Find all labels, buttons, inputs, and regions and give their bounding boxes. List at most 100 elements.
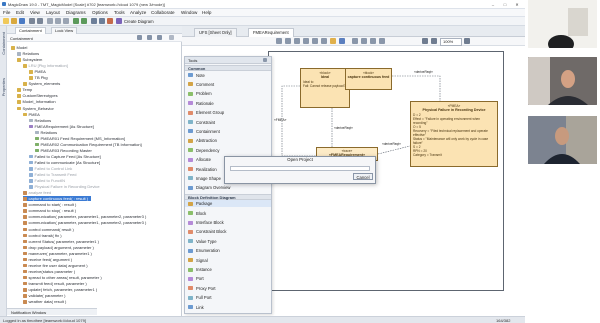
palette-pin-icon[interactable] [263, 58, 267, 62]
cancel-button[interactable]: Cancel [353, 173, 373, 180]
tree-node[interactable]: weather data( result ) [23, 299, 66, 304]
find-icon[interactable] [91, 18, 97, 24]
tab-fmea-requirement[interactable]: FMEARequirement [248, 28, 294, 37]
tree-node[interactable]: PMEAR02 Communication Requirement [TB In… [35, 142, 142, 147]
tree-node[interactable]: Failed to Capture Feed [As Structure] [29, 154, 101, 159]
palette-item[interactable]: Abstraction [185, 137, 271, 144]
pan-tool-icon[interactable] [285, 38, 291, 44]
collaborate-icon[interactable] [107, 18, 113, 24]
tree-node[interactable]: FMEARequirement [As Structure] [29, 124, 94, 129]
tree-node[interactable]: receive fire user data( argument ) [23, 263, 88, 268]
palette-item[interactable]: Constraint [185, 119, 271, 126]
tree-node[interactable]: receive(status parameter ) [23, 269, 75, 274]
tree-node[interactable]: drop payload( argument, parameter ) [23, 245, 94, 250]
forward-icon[interactable] [81, 18, 87, 24]
new-project-icon[interactable] [3, 18, 9, 24]
tree-node[interactable]: System_Behavior [17, 106, 54, 111]
fit-icon[interactable] [464, 38, 470, 44]
tree-node[interactable]: Model_Information [17, 99, 56, 104]
palette-item[interactable]: Link [185, 304, 271, 311]
zoom-select[interactable]: 100% [440, 38, 462, 46]
settings-icon[interactable] [99, 18, 105, 24]
side-tab-properties[interactable]: Properties [1, 78, 6, 96]
palette-item[interactable]: Port [185, 275, 271, 282]
tree-node[interactable]: current Status( parameter, parameter1 ) [23, 239, 99, 244]
print-icon[interactable] [379, 38, 385, 44]
palette-item[interactable]: Element Group [185, 109, 271, 116]
tree-node[interactable]: Relations [17, 51, 39, 56]
palette-item[interactable]: Association Block [185, 313, 272, 314]
palette-item[interactable]: Containment [185, 128, 271, 135]
tree-node[interactable]: receive feed( argument ) [23, 257, 72, 262]
tree-node[interactable]: TB Pkg [29, 75, 48, 80]
tree-node[interactable]: maneuver( parameter, parameter1 ) [23, 251, 92, 256]
font-icon[interactable] [321, 38, 327, 44]
tree-node[interactable]: validate( parameter ) [23, 293, 65, 298]
palette-section-header[interactable]: Common [185, 65, 271, 71]
tree-node[interactable]: Physical Failure in Recording Device [29, 184, 100, 189]
tree-node[interactable]: Subsystem [17, 57, 42, 62]
video-tile-participant-3[interactable] [528, 116, 597, 164]
tree-node[interactable]: System_elements [23, 81, 60, 86]
fill-color-icon[interactable] [330, 38, 336, 44]
palette-item[interactable]: Signal [185, 257, 271, 264]
maximize-button[interactable]: □ [500, 2, 510, 8]
tree-node[interactable]: communication( parameter, parameter1, pa… [23, 214, 146, 219]
tree-node[interactable]: Relations [35, 130, 57, 135]
layout-icon[interactable] [294, 38, 300, 44]
minimize-button[interactable]: – [488, 2, 498, 8]
export-icon[interactable] [370, 38, 376, 44]
containment-tree[interactable]: Model Relations Subsystem LRU [Pkg Informat… [7, 43, 182, 311]
menu-help[interactable]: Help [202, 10, 211, 15]
zoom-in-icon[interactable] [422, 38, 428, 44]
tree-node[interactable]: Failed to Transmit Feed [29, 172, 77, 177]
palette-section-header[interactable]: Block Definition Diagram [185, 193, 271, 200]
palette-item[interactable]: Dependency [185, 147, 271, 154]
expand-all-icon[interactable] [137, 35, 142, 40]
grid-icon[interactable] [352, 38, 358, 44]
menu-collaborate[interactable]: Collaborate [151, 10, 175, 15]
menu-view[interactable]: View [30, 10, 40, 15]
align-icon[interactable] [303, 38, 309, 44]
panel-options-icon[interactable] [157, 35, 162, 40]
tree-node[interactable]: Relations [29, 118, 51, 123]
palette-item[interactable]: Proxy Port [185, 285, 271, 292]
menu-analyze[interactable]: Analyze [130, 10, 146, 15]
tree-node[interactable]: spread to other areas( result, parameter… [23, 275, 102, 280]
zoom-out-icon[interactable] [431, 38, 437, 44]
save-icon[interactable] [19, 18, 25, 24]
video-tile-participant-2[interactable] [528, 57, 597, 105]
tree-node[interactable]: Failed to FunctIN [29, 178, 65, 183]
palette-item[interactable]: Interface Block [185, 219, 271, 226]
menu-layout[interactable]: Layout [46, 10, 60, 15]
filter-icon[interactable] [147, 35, 152, 40]
palette-item[interactable]: Problem [185, 90, 271, 97]
palette-item[interactable]: Diagram Overview [185, 184, 271, 191]
tree-node[interactable]: transmit feed( result, parameter ) [23, 281, 87, 286]
create-diagram-icon[interactable] [116, 18, 122, 24]
palette-item[interactable]: Value Type [185, 238, 271, 245]
create-diagram-button[interactable]: Create Diagram [124, 19, 154, 24]
style-icon[interactable] [312, 38, 318, 44]
menu-file[interactable]: File [3, 10, 10, 15]
menu-edit[interactable]: Edit [16, 10, 24, 15]
menu-diagrams[interactable]: Diagrams [66, 10, 86, 15]
snap-icon[interactable] [361, 38, 367, 44]
notification-window-tab[interactable]: Notification Window [7, 308, 97, 315]
menu-tools[interactable]: Tools [114, 10, 125, 15]
tree-node[interactable]: command to stop( : result ) [23, 208, 76, 213]
tree-node[interactable]: CustomStereotypes [17, 93, 58, 98]
menu-window[interactable]: Window [181, 10, 197, 15]
undo-icon[interactable] [29, 18, 35, 24]
redo-icon[interactable] [37, 18, 43, 24]
tree-node[interactable]: PMEA [29, 69, 46, 74]
tree-node[interactable]: Model [11, 45, 27, 50]
open-project-icon[interactable] [11, 18, 17, 24]
tree-node[interactable]: analyze feed [23, 190, 51, 195]
close-button[interactable]: ✕ [512, 2, 522, 8]
palette-item[interactable]: Package [185, 200, 271, 208]
menu-options[interactable]: Options [92, 10, 108, 15]
tree-node[interactable]: update( fetch, parameter, parameter1 ) [23, 287, 97, 292]
palette-item[interactable]: Instance [185, 266, 271, 273]
palette-item[interactable]: Full Port [185, 294, 271, 301]
